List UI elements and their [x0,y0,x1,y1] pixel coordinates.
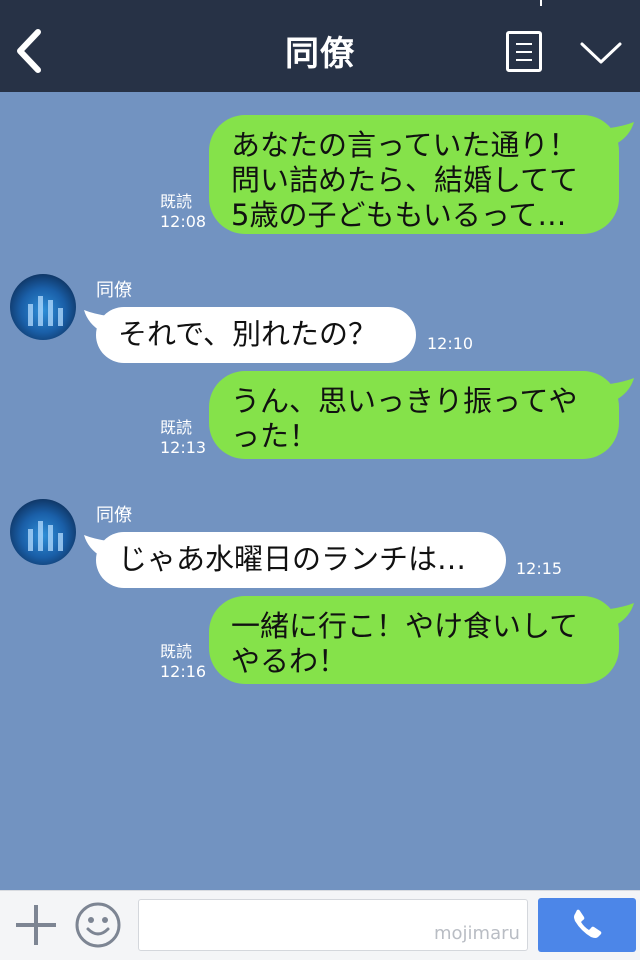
message-bubble-received: それで、別れたの？ [96,307,416,363]
notes-icon-line [516,59,532,61]
notes-icon-line [516,43,532,45]
message-input-bar: mojimaru [0,890,640,960]
message-bubble-sent: 一緒に行こ！やけ食いして やるわ！ [209,596,619,684]
message-time: 12:08 [160,212,207,231]
avatar[interactable] [10,274,76,340]
avatar-detail [28,304,33,326]
bubble-tail [610,122,634,144]
avatar-detail [58,533,63,551]
call-button[interactable] [538,898,636,952]
avatar-detail [28,529,33,551]
message-bubble-sent: あなたの言っていた通り！ 問い詰めたら、結婚してて 5歳の子どももいるって… [209,115,619,234]
bubble-tail [610,378,634,400]
message-bubble-sent: うん、思いっきり振ってや った！ [209,371,619,459]
read-receipt: 既読 [160,642,193,661]
avatar[interactable] [10,499,76,565]
sender-name: 同僚 [96,280,132,301]
chat-header: 同僚 [0,0,640,92]
avatar-detail [58,308,63,326]
phone-icon [574,909,602,938]
watermark: mojimaru [434,923,520,944]
read-receipt: 既読 [160,418,193,437]
sender-name: 同僚 [96,505,132,526]
smiley-icon [75,902,121,948]
avatar-detail [38,521,43,551]
plus-button[interactable] [16,905,56,945]
avatar-detail [38,296,43,326]
bubble-tail [610,603,634,625]
page-title: 同僚 [285,34,355,74]
message-time: 12:16 [160,662,207,681]
message-bubble-received: じゃあ水曜日のランチは… [96,532,506,588]
emoji-button[interactable] [74,901,122,949]
notes-button[interactable] [506,31,542,72]
chat-area[interactable]: あなたの言っていた通り！ 問い詰めたら、結婚してて 5歳の子どももいるって… 既… [0,92,640,890]
avatar-detail [48,525,53,551]
avatar-detail [48,300,53,326]
status-notch [540,0,542,6]
message-time: 12:13 [160,438,207,457]
chevron-down-icon [580,42,622,64]
message-time: 12:15 [516,559,563,578]
expand-button[interactable] [578,38,624,68]
read-receipt: 既読 [160,192,193,211]
message-time: 12:10 [427,334,474,353]
notes-icon-line [516,51,532,53]
